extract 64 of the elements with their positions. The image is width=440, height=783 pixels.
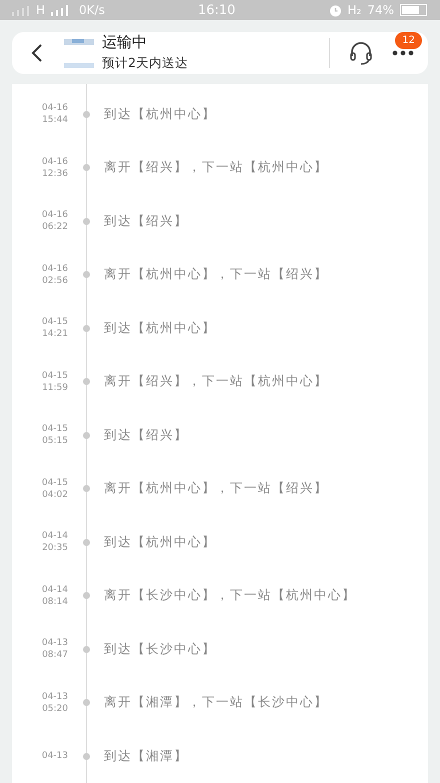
event-date: 04-15: [42, 370, 68, 382]
event-description: 到达【长沙中心】: [104, 640, 216, 658]
event-date: 04-13: [42, 690, 68, 703]
event-time: 20:35: [42, 542, 68, 554]
event-description: 到达【绍兴】: [104, 212, 188, 230]
event-time: 05:15: [42, 435, 68, 448]
event-time: 04:02: [42, 488, 68, 501]
h2-indicator: H₂: [348, 3, 362, 17]
event-description: 离开【湘潭】，下一站【长沙中心】: [104, 694, 328, 712]
timeline-dot: [83, 378, 90, 386]
timeline-dot: [83, 110, 90, 118]
event-description: 到达【绍兴】: [104, 426, 188, 444]
timeline-dot: [83, 164, 90, 172]
event-description: 离开【杭州中心】，下一站【绍兴】: [104, 266, 328, 284]
event-description: 到达【杭州中心】: [104, 534, 216, 551]
event-description: 离开【绍兴】，下一站【杭州中心】: [104, 159, 328, 176]
alarm-icon: [328, 4, 342, 16]
event-date: 04-14: [42, 584, 68, 596]
network-speed: 0K/s: [79, 3, 105, 17]
shipment-status: 运输中: [102, 33, 148, 52]
event-date: 04-16: [42, 209, 68, 222]
event-date: 04-13: [42, 750, 68, 762]
timeline-dot: [83, 752, 90, 760]
event-description: 离开【杭州中心】，下一站【绍兴】: [104, 480, 328, 498]
timeline-dot: [83, 699, 90, 706]
event-time: 15:44: [42, 114, 68, 126]
event-date: 04-14: [42, 530, 68, 542]
event-description: 离开【长沙中心】，下一站【杭州中心】: [104, 587, 356, 604]
battery-percent: 74%: [367, 3, 394, 17]
event-time: 06:22: [42, 221, 68, 234]
timeline-dot: [83, 646, 90, 653]
event-time: 11:59: [42, 382, 68, 394]
event-description: 离开【绍兴】，下一站【杭州中心】: [104, 373, 328, 390]
clock: 16:10: [198, 2, 236, 18]
event-time: 05:20: [42, 702, 68, 715]
more-icon: [392, 50, 414, 56]
event-description: 到达【杭州中心】: [104, 320, 216, 337]
timeline-dot: [83, 485, 90, 492]
signal-icon: [12, 4, 30, 16]
network-type: H: [36, 3, 46, 17]
event-date: 04-16: [42, 262, 68, 275]
event-time: 08:47: [42, 649, 68, 662]
battery-icon: [400, 4, 428, 16]
event-time: 08:14: [42, 596, 68, 608]
event-time: 02:56: [42, 274, 68, 287]
timeline-dot: [83, 324, 90, 332]
event-description: 到达【杭州中心】: [104, 106, 216, 123]
event-time: 12:36: [42, 168, 68, 180]
timeline-dot: [83, 432, 90, 439]
event-date: 04-15: [42, 316, 68, 328]
event-date: 04-15: [42, 476, 68, 489]
timeline-dot: [83, 271, 90, 278]
back-icon: [30, 42, 44, 64]
notification-badge: 12: [395, 32, 422, 49]
timeline-dot: [83, 592, 90, 600]
event-date: 04-13: [42, 637, 68, 650]
event-date: 04-16: [42, 102, 68, 114]
delivery-estimate: 预计2天内送达: [102, 55, 188, 72]
event-time: 14:21: [42, 328, 68, 340]
timeline-dot: [83, 218, 90, 225]
event-description: 到达【湘潭】: [104, 748, 188, 765]
event-date: 04-15: [42, 423, 68, 436]
timeline-dot: [83, 538, 90, 546]
event-date: 04-16: [42, 156, 68, 168]
